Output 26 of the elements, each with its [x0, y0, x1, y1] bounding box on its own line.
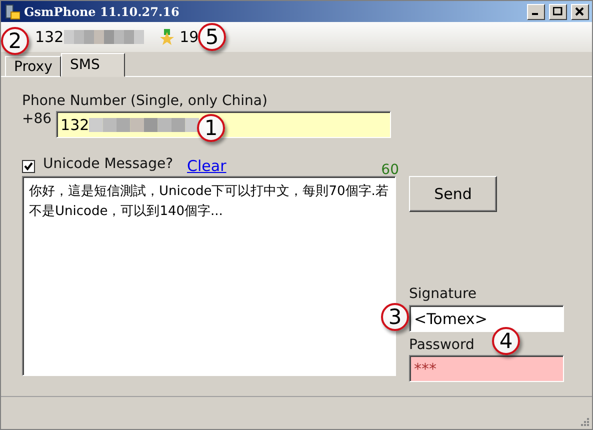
callout-badge: 4 [492, 327, 520, 355]
callout-badge: 3 [381, 303, 409, 331]
unicode-label: Unicode Message? [43, 156, 174, 172]
star-icon [160, 29, 174, 45]
password-field[interactable]: *** [409, 355, 564, 382]
phone-envelope-icon [4, 4, 20, 20]
country-code: +86 [22, 111, 52, 127]
close-button[interactable] [571, 4, 589, 20]
close-icon [575, 7, 585, 16]
remaining-count: 60 [381, 161, 399, 178]
tab[interactable]: Proxy [5, 56, 61, 77]
unicode-checkbox[interactable] [22, 160, 35, 172]
phone-number: 132 [35, 28, 64, 46]
maximize-button[interactable] [549, 4, 567, 20]
minimize-button[interactable] [527, 4, 545, 20]
maximize-icon [553, 7, 563, 16]
resize-grip-icon [579, 416, 589, 426]
send-button[interactable]: Send [409, 176, 497, 212]
phone-label: Phone Number (Single, only China) [22, 93, 268, 109]
password-label: Password [409, 337, 474, 353]
clear-link[interactable]: Clear [187, 157, 226, 175]
signature-field[interactable]: <Tomex> [409, 305, 564, 332]
tab[interactable]: SMS [61, 53, 125, 77]
points-count: 19 [180, 28, 199, 46]
signature-label: Signature [409, 286, 477, 302]
window-title: GsmPhone 11.10.27.16 [24, 4, 180, 18]
